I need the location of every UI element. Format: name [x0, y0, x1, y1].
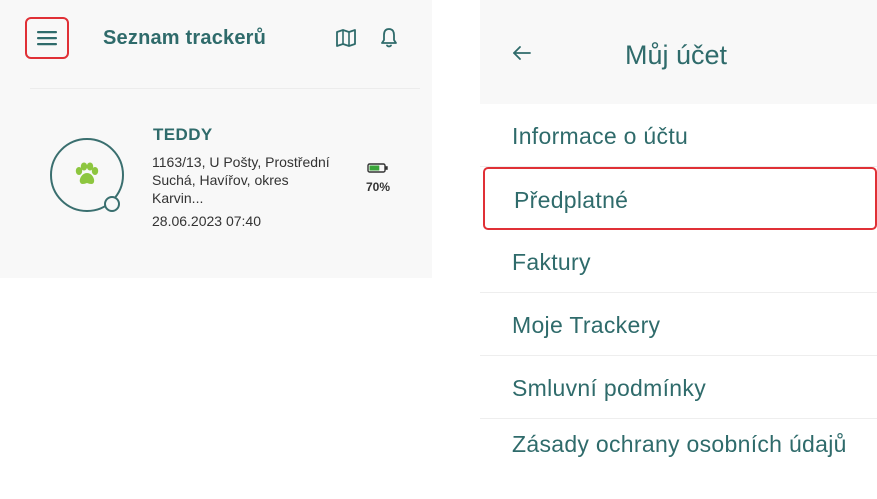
menu-item-terms[interactable]: Smluvní podmínky: [480, 356, 877, 419]
menu-item-subscription[interactable]: Předplatné: [483, 167, 877, 230]
menu-item-account-info[interactable]: Informace o účtu: [480, 104, 877, 167]
page-title: Můj účet: [625, 40, 728, 70]
menu-item-label: Předplatné: [514, 187, 629, 213]
menu-item-label: Informace o účtu: [512, 123, 689, 149]
status-dot: [104, 196, 120, 212]
account-screen: Můj účet Informace o účtu Předplatné Fak…: [480, 0, 877, 495]
tracker-name: TEDDY: [153, 125, 213, 144]
paw-icon: [75, 162, 99, 184]
account-header: Můj účet: [480, 0, 877, 104]
tracker-datetime: 28.06.2023 07:40: [152, 213, 261, 229]
header-divider: [30, 88, 420, 89]
bell-icon[interactable]: [380, 27, 398, 49]
menu-item-label: Smluvní podmínky: [512, 375, 706, 401]
back-arrow-icon[interactable]: [512, 45, 532, 61]
page-title: Seznam trackerů: [103, 27, 267, 49]
menu-button[interactable]: [25, 17, 69, 59]
tracker-list-header: Seznam trackerů: [0, 0, 432, 90]
battery-icon: [367, 163, 388, 173]
menu-item-invoices[interactable]: Faktury: [480, 230, 877, 293]
account-menu: Informace o účtu Předplatné Faktury Moje…: [480, 104, 877, 499]
menu-item-label: Moje Trackery: [512, 312, 661, 338]
menu-item-label: Zásady ochrany osobních údajů: [512, 431, 847, 457]
tracker-card[interactable]: TEDDY 1163/13, U Pošty, Prostřední Suchá…: [40, 120, 400, 230]
tracker-address: 1163/13, U Pošty, Prostřední Suchá, Haví…: [152, 154, 330, 206]
battery-percent: 70%: [365, 180, 391, 194]
menu-item-label: Faktury: [512, 249, 591, 275]
tracker-list-screen: Seznam trackerů TEDDY 1163/13, U Pošty, …: [0, 0, 432, 278]
menu-item-my-trackers[interactable]: Moje Trackery: [480, 293, 877, 356]
battery-indicator: 70%: [358, 160, 398, 194]
map-icon[interactable]: [336, 29, 356, 47]
menu-item-privacy-policy[interactable]: Zásady ochrany osobních údajů: [480, 419, 877, 499]
hamburger-menu-icon: [37, 31, 57, 46]
